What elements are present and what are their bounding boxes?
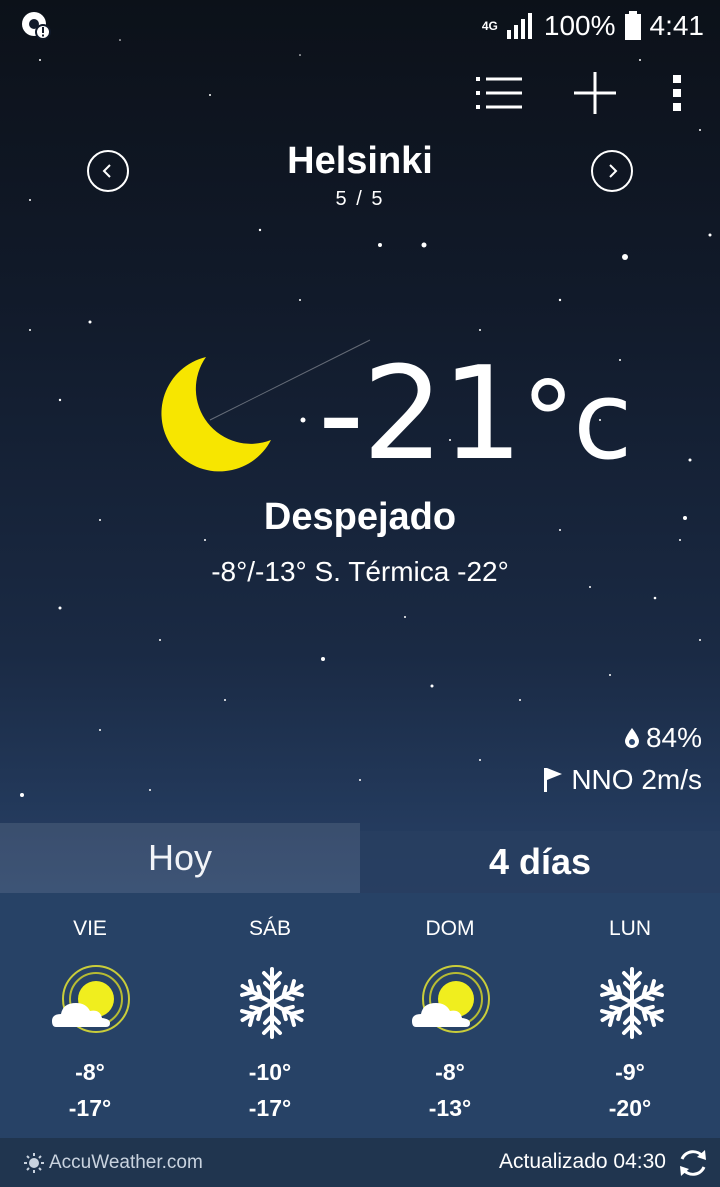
forecast-day[interactable]: SÁB -10° -17° <box>180 893 360 1138</box>
sun-icon <box>24 1153 44 1173</box>
drop-icon <box>624 728 639 748</box>
last-updated: Actualizado 04:30 <box>499 1150 666 1173</box>
locations-list-button[interactable] <box>472 70 526 116</box>
humidity-value: 84% <box>645 722 702 753</box>
high-temp: -8° <box>435 1059 465 1085</box>
day-name: DOM <box>425 917 475 940</box>
battery-percent: 100% <box>543 10 616 41</box>
signal-icon <box>506 13 532 39</box>
accuweather-logo[interactable]: AccuWeather.com <box>24 1152 203 1174</box>
condition-text: Despejado <box>263 496 457 538</box>
day-name: LUN <box>608 917 651 940</box>
wind: NNO 2m/s <box>543 764 702 796</box>
forecast-tabs: Hoy 4 días <box>0 823 720 893</box>
tab-today[interactable]: Hoy <box>0 823 360 893</box>
high-temp: -10° <box>248 1059 292 1085</box>
notification-icon <box>22 12 51 40</box>
refresh-icon[interactable] <box>676 1146 710 1180</box>
moon-icon <box>161 357 271 472</box>
list-icon <box>476 77 522 109</box>
footer: AccuWeather.com Actualizado 04:30 <box>0 1138 720 1187</box>
temperature-value: -21 <box>318 340 523 489</box>
low-temp: -17° <box>248 1095 292 1121</box>
battery-icon <box>624 11 641 40</box>
high-temp: -9° <box>615 1059 645 1085</box>
temperature-unit: °c <box>521 359 632 484</box>
temperature-range: -8°/-13° S. Térmica -22° <box>211 556 509 587</box>
chevron-right-icon <box>609 164 618 178</box>
day-name: VIE <box>73 917 107 940</box>
add-location-button[interactable] <box>568 70 622 116</box>
snowflake-icon <box>240 967 304 1039</box>
partly-cloudy-icon <box>412 965 490 1033</box>
low-temp: -13° <box>428 1095 472 1121</box>
low-temp: -20° <box>608 1095 652 1121</box>
current-temperature: -21°c <box>318 350 632 487</box>
more-vert-icon <box>673 75 681 111</box>
network-type: 4G <box>481 19 498 33</box>
forecast-day[interactable]: LUN -9° -20° <box>540 893 720 1138</box>
high-temp: -8° <box>75 1059 105 1085</box>
wind-value: NNO 2m/s <box>571 764 702 795</box>
forecast-day[interactable]: DOM -8° -13° <box>360 893 540 1138</box>
forecast-panel: VIE -8° -17° SÁB -10° -17° DOM -8° -13° … <box>0 893 720 1138</box>
clock: 4:41 <box>649 10 705 41</box>
status-bar: 4G 100% 4:41 <box>0 0 720 50</box>
more-options-button[interactable] <box>650 70 704 116</box>
forecast-day[interactable]: VIE -8° -17° <box>0 893 180 1138</box>
day-name: SÁB <box>248 917 292 940</box>
snowflake-icon <box>600 967 664 1039</box>
tab-4-days[interactable]: 4 días <box>360 831 720 893</box>
low-temp: -17° <box>68 1095 112 1121</box>
next-city-button[interactable] <box>591 150 633 192</box>
flag-icon <box>544 768 563 792</box>
humidity: 84% <box>624 722 702 754</box>
add-icon <box>574 72 616 114</box>
brand-text: AccuWeather.com <box>49 1152 203 1173</box>
partly-cloudy-icon <box>52 965 130 1033</box>
